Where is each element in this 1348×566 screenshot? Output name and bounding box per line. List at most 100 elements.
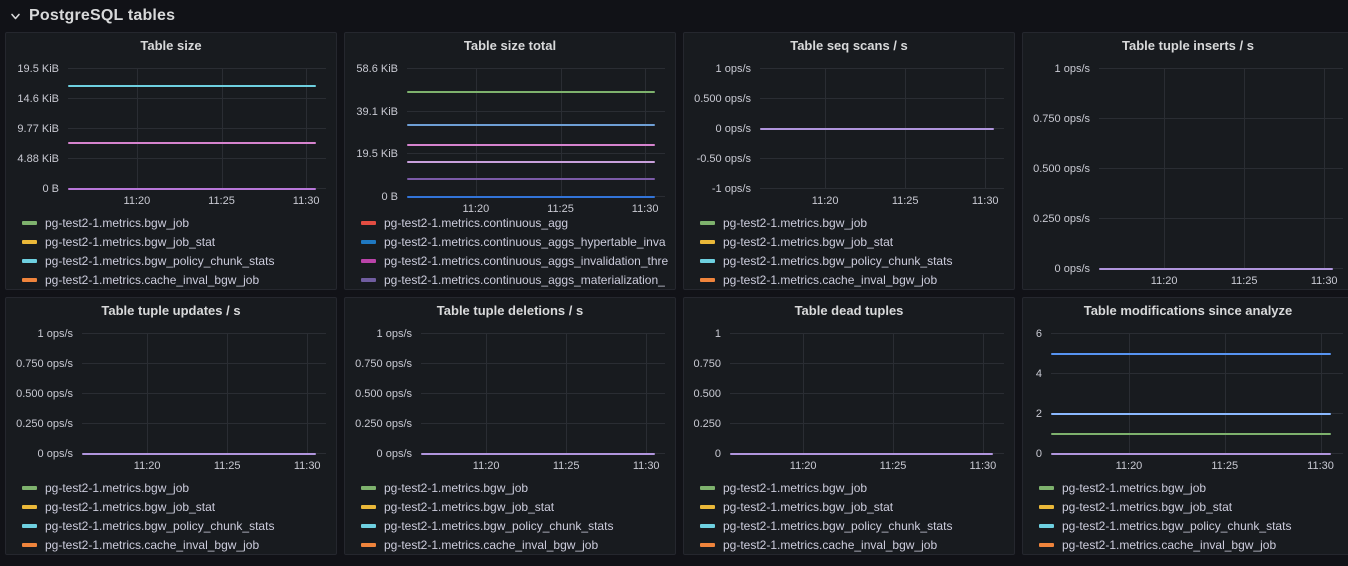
legend-swatch-icon	[22, 486, 37, 490]
v-gridline	[983, 334, 984, 454]
legend-item[interactable]: pg-test2-1.metrics.bgw_policy_chunk_stat…	[1039, 516, 1347, 535]
legend-item[interactable]: pg-test2-1.metrics.bgw_job	[22, 478, 330, 497]
plot-area[interactable]	[760, 69, 1004, 189]
legend-swatch-icon	[1039, 524, 1054, 528]
y-tick-label: 14.6 KiB	[17, 93, 59, 105]
y-tick-label: 1	[715, 328, 721, 340]
legend-item[interactable]: pg-test2-1.metrics.cache_inval_bgw_job	[700, 535, 1008, 554]
legend-item[interactable]: pg-test2-1.metrics.bgw_job	[700, 213, 1008, 232]
panel-title[interactable]: Table tuple updates / s	[6, 298, 336, 324]
x-axis: 11:2011:2511:30	[1051, 454, 1343, 474]
h-gridline	[82, 393, 326, 394]
legend-item[interactable]: pg-test2-1.metrics.cache_inval_bgw_job	[700, 270, 1008, 289]
legend-label: pg-test2-1.metrics.cache_inval_bgw_job	[723, 538, 937, 552]
legend: pg-test2-1.metrics.bgw_job pg-test2-1.met…	[6, 474, 336, 554]
v-gridline	[1321, 334, 1322, 454]
legend-item[interactable]: pg-test2-1.metrics.bgw_policy_chunk_stat…	[22, 251, 330, 270]
x-tick-label: 11:20	[124, 195, 151, 207]
x-tick-label: 11:25	[208, 195, 235, 207]
legend-swatch-icon	[22, 505, 37, 509]
h-gridline	[68, 68, 326, 69]
plot-area[interactable]	[82, 334, 326, 454]
plot-area[interactable]	[407, 69, 665, 197]
legend-label: pg-test2-1.metrics.bgw_job	[723, 216, 867, 230]
legend-label: pg-test2-1.metrics.bgw_job	[1062, 481, 1206, 495]
h-gridline	[730, 423, 1004, 424]
h-gridline	[421, 423, 665, 424]
legend-item[interactable]: pg-test2-1.metrics.bgw_policy_chunk_stat…	[700, 516, 1008, 535]
legend-item[interactable]: pg-test2-1.metrics.continuous_aggs_inval…	[361, 251, 669, 270]
legend-item[interactable]: pg-test2-1.metrics.bgw_job_stat	[700, 232, 1008, 251]
legend-item[interactable]: pg-test2-1.metrics.bgw_policy_chunk_stat…	[22, 516, 330, 535]
panel-title[interactable]: Table modifications since analyze	[1023, 298, 1348, 324]
y-tick-label: 0.250 ops/s	[16, 418, 73, 430]
y-tick-label: 1 ops/s	[716, 63, 751, 75]
legend-item[interactable]: pg-test2-1.metrics.continuous_aggs_hyper…	[361, 232, 669, 251]
y-tick-label: 58.6 KiB	[356, 63, 398, 75]
legend-item[interactable]: pg-test2-1.metrics.bgw_job_stat	[361, 497, 669, 516]
legend-item[interactable]: pg-test2-1.metrics.bgw_job_stat	[700, 497, 1008, 516]
legend-item[interactable]: pg-test2-1.metrics.bgw_policy_chunk_stat…	[700, 251, 1008, 270]
panel-title[interactable]: Table size total	[345, 33, 675, 59]
row-title: PostgreSQL tables	[29, 7, 175, 25]
panel-table-dead-tuples: Table dead tuples 10.7500.5000.250011:20…	[683, 297, 1015, 555]
x-axis: 11:2011:2511:30	[82, 454, 326, 474]
legend-swatch-icon	[22, 278, 37, 282]
x-tick-label: 11:30	[1307, 460, 1334, 472]
x-tick-label: 11:30	[294, 460, 321, 472]
x-tick-label: 11:30	[633, 460, 660, 472]
y-tick-label: 4.88 KiB	[17, 153, 59, 165]
panel-title[interactable]: Table size	[6, 33, 336, 59]
panel-title[interactable]: Table dead tuples	[684, 298, 1014, 324]
legend-item[interactable]: pg-test2-1.metrics.bgw_job	[1039, 478, 1347, 497]
series-line	[1051, 413, 1331, 415]
plot-area[interactable]	[68, 69, 326, 189]
dashboard-row-header[interactable]: PostgreSQL tables	[0, 0, 1348, 32]
plot-area[interactable]	[730, 334, 1004, 454]
legend-item[interactable]: pg-test2-1.metrics.cache_inval_bgw_job	[22, 270, 330, 289]
legend-label: pg-test2-1.metrics.continuous_aggs_hyper…	[384, 235, 666, 249]
legend-item[interactable]: pg-test2-1.metrics.bgw_policy_chunk_stat…	[361, 516, 669, 535]
series-line	[1051, 353, 1331, 355]
x-tick-label: 11:20	[790, 460, 817, 472]
legend: pg-test2-1.metrics.bgw_jobpg-test2-1.met…	[345, 474, 675, 554]
h-gridline	[82, 363, 326, 364]
panel-table-seq-scans: Table seq scans / s 1 ops/s0.500 ops/s0 …	[683, 32, 1015, 290]
legend-label: pg-test2-1.metrics.bgw_policy_chunk_stat…	[45, 254, 274, 268]
legend-item[interactable]: pg-test2-1.metrics.bgw_job	[361, 478, 669, 497]
legend-item[interactable]: pg-test2-1.metrics.bgw_job_stat	[1039, 497, 1347, 516]
x-axis: 11:2011:2511:30	[421, 454, 665, 474]
legend-item[interactable]: pg-test2-1.metrics.cache_inval_bgw_job	[22, 535, 330, 554]
x-tick-label: 11:20	[1116, 460, 1143, 472]
legend-item[interactable]: pg-test2-1.metrics.bgw_job	[700, 478, 1008, 497]
legend-swatch-icon	[1039, 486, 1054, 490]
y-tick-label: 6	[1036, 328, 1042, 340]
y-tick-label: 0 ops/s	[38, 448, 73, 460]
plot-area[interactable]	[421, 334, 665, 454]
legend-label: pg-test2-1.metrics.cache_inval_bgw_job	[45, 538, 259, 552]
legend-label: pg-test2-1.metrics.bgw_job	[45, 481, 189, 495]
panel-title[interactable]: Table tuple deletions / s	[345, 298, 675, 324]
y-tick-label: -1 ops/s	[712, 183, 751, 195]
y-tick-label: 0 B	[42, 183, 59, 195]
panel-title[interactable]: Table seq scans / s	[684, 33, 1014, 59]
legend-item[interactable]: pg-test2-1.metrics.bgw_job_stat	[22, 232, 330, 251]
y-tick-label: 0.500 ops/s	[355, 388, 412, 400]
legend-swatch-icon	[22, 259, 37, 263]
legend-item[interactable]: pg-test2-1.metrics.bgw_job	[22, 213, 330, 232]
h-gridline	[730, 393, 1004, 394]
legend-label: pg-test2-1.metrics.bgw_job_stat	[45, 500, 215, 514]
legend-label: pg-test2-1.metrics.continuous_agg	[384, 216, 568, 230]
panel-title[interactable]: Table tuple inserts / s	[1023, 33, 1348, 59]
plot-area[interactable]	[1051, 334, 1343, 454]
y-tick-label: 0.500 ops/s	[16, 388, 73, 400]
legend-item[interactable]: pg-test2-1.metrics.continuous_aggs_mater…	[361, 270, 669, 289]
legend-item[interactable]: pg-test2-1.metrics.cache_inval_bgw_job	[361, 535, 669, 554]
x-tick-label: 11:25	[553, 460, 580, 472]
y-axis: 19.5 KiB14.6 KiB9.77 KiB4.88 KiB0 B	[6, 69, 68, 189]
plot-area[interactable]	[1099, 69, 1343, 269]
y-tick-label: 9.77 KiB	[17, 123, 59, 135]
legend-item[interactable]: pg-test2-1.metrics.bgw_job_stat	[22, 497, 330, 516]
legend-item[interactable]: pg-test2-1.metrics.cache_inval_bgw_job	[1039, 535, 1347, 554]
y-axis: 1 ops/s0.750 ops/s0.500 ops/s0.250 ops/s…	[1023, 69, 1099, 269]
